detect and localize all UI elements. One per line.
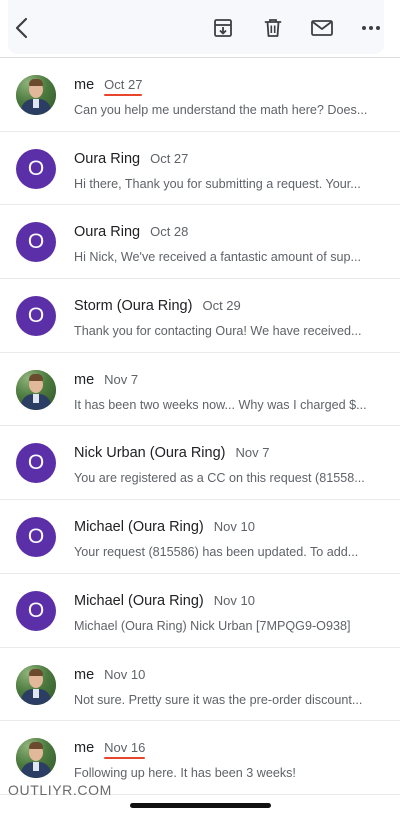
avatar-photo [16, 664, 56, 705]
sender-name: Michael (Oura Ring) [74, 592, 204, 609]
sender-line: me Oct 27 [74, 77, 143, 96]
message-snippet: Following up here. It has been 3 weeks! [74, 766, 296, 781]
sender-line: me Nov 10 [74, 667, 145, 683]
back-button[interactable] [8, 14, 36, 42]
message-date: Nov 10 [213, 592, 255, 608]
message-snippet: It has been two weeks now... Why was I c… [74, 397, 367, 412]
message-snippet: Can you help me understand the math here… [74, 103, 368, 117]
message-date: Nov 7 [104, 371, 139, 387]
avatar-photo [16, 75, 56, 115]
avatar-initial: O [16, 590, 56, 631]
sender-name: me [74, 740, 95, 757]
avatar-initial: O [16, 148, 56, 189]
sender-name: Oura Ring [74, 150, 141, 167]
toolbar [0, 0, 400, 58]
message-snippet: Hi Nick, We've received a fantastic amou… [74, 250, 362, 265]
sender-name: Michael (Oura Ring) [74, 519, 204, 536]
sender-name: me [74, 77, 95, 93]
message-snippet: Thank you for contacting Oura! We have r… [74, 324, 362, 339]
sender-line: Michael (Oura Ring) Nov 10 [74, 519, 255, 535]
message-row[interactable]: O Storm (Oura Ring) Oct 29 Thank you for co… [0, 279, 400, 353]
message-date: Oct 29 [202, 298, 241, 314]
sender-name: me [74, 666, 95, 683]
message-row[interactable]: me Nov 7 It has been two weeks now... Why … [0, 353, 400, 427]
message-row[interactable]: me Oct 27 Can you help me understand the m… [0, 58, 400, 132]
mark-unread-button[interactable] [308, 14, 336, 42]
message-date: Oct 28 [150, 224, 189, 240]
sender-line: Nick Urban (Oura Ring) Nov 7 [74, 445, 269, 461]
avatar-initial: O [16, 443, 56, 484]
avatar-initial: O [16, 517, 56, 558]
more-options-button[interactable] [357, 14, 385, 42]
more-horizontal-icon [362, 26, 380, 30]
watermark: OUTLIYR.COM [8, 782, 112, 798]
message-snippet: Your request (815586) has been updated. … [74, 545, 359, 560]
sender-line: me Nov 7 [74, 372, 138, 388]
message-snippet: Hi there, Thank you for submitting a req… [74, 176, 361, 191]
envelope-icon [311, 20, 333, 36]
sender-line: Michael (Oura Ring) Nov 10 [74, 593, 255, 609]
sender-name: Nick Urban (Oura Ring) [74, 445, 226, 462]
avatar-initial: O [16, 296, 56, 337]
avatar-photo [16, 369, 56, 410]
message-date: Nov 16 [104, 740, 146, 760]
message-snippet: Not sure. Pretty sure it was the pre-ord… [74, 692, 363, 707]
avatar-photo [16, 738, 56, 779]
message-row[interactable]: O Oura Ring Oct 28 Hi Nick, We've received … [0, 205, 400, 280]
sender-name: me [74, 371, 95, 388]
message-row[interactable]: O Nick Urban (Oura Ring) Nov 7 You are regi… [0, 426, 400, 501]
message-date: Oct 27 [150, 150, 189, 166]
message-snippet: You are registered as a CC on this reque… [74, 471, 365, 486]
message-date: Nov 7 [235, 445, 270, 461]
sender-line: Oura Ring Oct 27 [74, 151, 188, 167]
message-date: Oct 27 [104, 77, 143, 96]
avatar-initial: O [16, 222, 56, 263]
message-date: Nov 10 [104, 666, 146, 682]
sender-line: Oura Ring Oct 28 [74, 224, 188, 240]
sender-line: Storm (Oura Ring) Oct 29 [74, 298, 241, 314]
archive-icon [214, 19, 232, 37]
delete-button[interactable] [259, 14, 287, 42]
message-row[interactable]: O Oura Ring Oct 27 Hi there, Thank you for … [0, 132, 400, 206]
archive-button[interactable] [209, 14, 237, 42]
message-snippet: Michael (Oura Ring) Nick Urban [7MPQG9-O… [74, 618, 351, 633]
chevron-left-icon [15, 17, 28, 39]
message-thread: me Oct 27 Can you help me understand the m… [0, 58, 400, 795]
message-row[interactable]: me Nov 10 Not sure. Pretty sure it was the… [0, 648, 400, 722]
sender-name: Storm (Oura Ring) [74, 298, 193, 315]
sender-line: me Nov 16 [74, 740, 146, 760]
message-date: Nov 10 [213, 519, 255, 535]
trash-icon [264, 19, 282, 37]
sender-name: Oura Ring [74, 224, 141, 241]
message-row[interactable]: O Michael (Oura Ring) Nov 10 Michael (Oura … [0, 574, 400, 648]
home-indicator [130, 803, 271, 808]
message-row[interactable]: O Michael (Oura Ring) Nov 10 Your request (… [0, 500, 400, 574]
